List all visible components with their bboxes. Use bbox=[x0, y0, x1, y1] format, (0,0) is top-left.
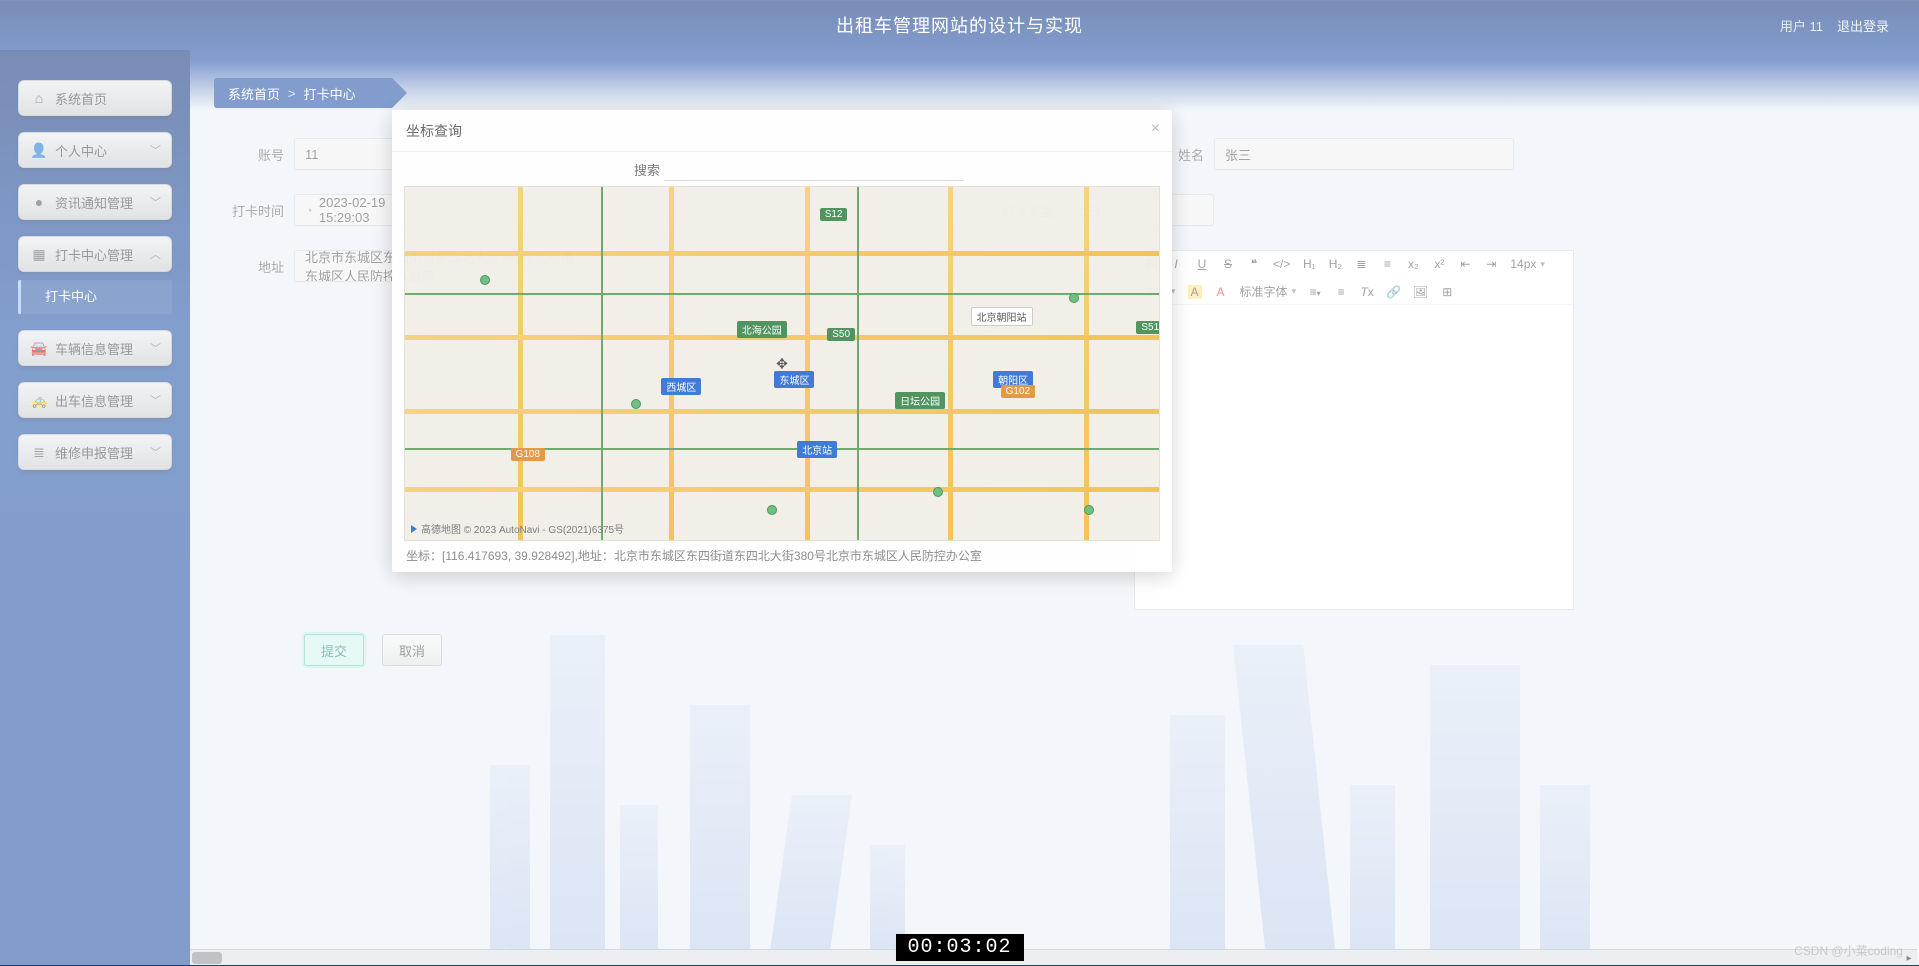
map-attribution: 高德地图 © 2023 AutoNavi - GS(2021)6375号 bbox=[411, 521, 624, 536]
modal-title: 坐标查询 bbox=[406, 121, 462, 141]
map-badge-s51: S51 bbox=[1136, 321, 1160, 334]
search-input[interactable] bbox=[664, 157, 964, 181]
recording-timer: 00:03:02 bbox=[895, 934, 1023, 961]
map-label-ritan: 日坛公园 bbox=[895, 392, 945, 409]
map-label-beijingzhan: 北京站 bbox=[797, 441, 837, 458]
modal-search-row: 搜索 bbox=[404, 152, 1160, 186]
map-label-dongcheng: 东城区 bbox=[774, 371, 814, 388]
close-icon[interactable]: × bbox=[1151, 120, 1160, 138]
map-canvas[interactable]: 西城区 东城区 朝阳区 北海公园 北京站 日坛公园 G108 G102 S12 … bbox=[404, 186, 1160, 541]
map-badge-g108: G108 bbox=[511, 448, 545, 461]
modal-header: 坐标查询 × bbox=[392, 110, 1172, 152]
search-label: 搜索 bbox=[634, 160, 660, 179]
coord-readout: 坐标：[116.417693, 39.928492],地址：北京市东城区东四街道… bbox=[404, 541, 1160, 564]
map-label-beihai: 北海公园 bbox=[737, 321, 787, 338]
amap-logo-icon bbox=[411, 525, 417, 533]
map-badge-g102: G102 bbox=[1001, 385, 1035, 398]
map-label-xicheng: 西城区 bbox=[661, 378, 701, 395]
map-cursor-icon: ✥ bbox=[776, 355, 788, 372]
horizontal-scrollbar[interactable]: ◂ ▸ bbox=[190, 949, 1917, 965]
coord-modal: 坐标查询 × 搜索 西城区 东城区 朝阳区 北海公园 北京站 日坛公园 G108… bbox=[392, 110, 1172, 572]
map-badge-s12: S12 bbox=[820, 208, 848, 221]
scroll-right-icon[interactable]: ▸ bbox=[1901, 950, 1917, 966]
map-label-chaoyangzhan: 北京朝阳站 bbox=[971, 307, 1033, 326]
scroll-thumb[interactable] bbox=[192, 952, 222, 964]
watermark-text: CSDN @小菜coding bbox=[1794, 942, 1903, 959]
map-badge-s50: S50 bbox=[827, 328, 855, 341]
